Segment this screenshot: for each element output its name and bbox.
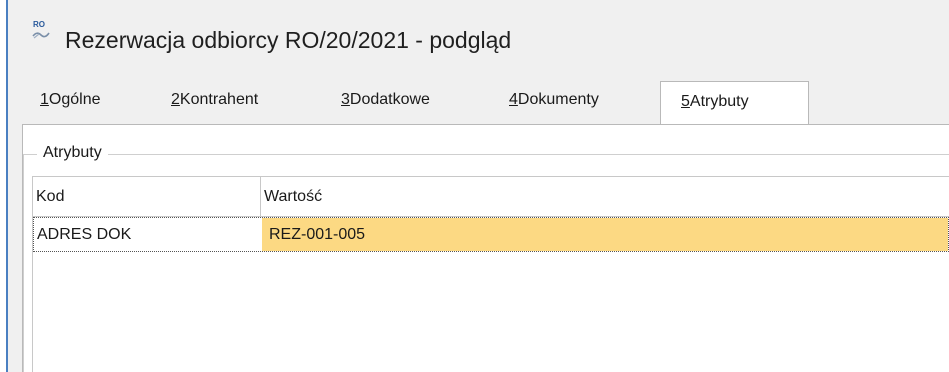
tab-label: Dodatkowe <box>349 91 430 108</box>
window-header: RO Rezerwacja odbiorcy RO/20/2021 - podg… <box>8 0 949 80</box>
grid-header: Kod Wartość <box>33 177 949 217</box>
tab-bar: 1Ogólne 2Kontrahent 3Dodatkowe 4Dokument… <box>8 81 949 125</box>
group-title: Atrybuty <box>37 144 108 162</box>
tab-label: Ogólne <box>48 91 101 108</box>
tab-ogolne[interactable]: 1Ogólne <box>40 91 101 117</box>
group-border-left <box>23 154 24 372</box>
tab-dokumenty[interactable]: 4Dokumenty <box>509 91 599 117</box>
document-window: RO Rezerwacja odbiorcy RO/20/2021 - podg… <box>6 0 949 372</box>
tab-shortcut-key: 2 <box>171 91 180 108</box>
document-type-badge: RO <box>33 20 45 29</box>
tab-panel-atrybuty: Atrybuty Kod Wartość ADRES DOK REZ-001-0… <box>22 124 949 372</box>
group-border <box>23 154 949 155</box>
tab-shortcut-key: 3 <box>341 91 350 108</box>
attributes-grid[interactable]: Kod Wartość ADRES DOK REZ-001-005 <box>32 176 949 372</box>
column-header-wartosc[interactable]: Wartość <box>261 177 949 216</box>
window-title: Rezerwacja odbiorcy RO/20/2021 - podgląd <box>65 27 512 53</box>
tab-label: Atrybuty <box>689 93 749 110</box>
tab-label: Dokumenty <box>517 91 599 108</box>
handshake-icon <box>32 32 50 39</box>
tab-kontrahent[interactable]: 2Kontrahent <box>171 91 258 117</box>
tab-atrybuty[interactable]: 5Atrybuty <box>660 81 809 125</box>
cell-kod[interactable]: ADRES DOK <box>34 218 262 251</box>
cell-wartosc[interactable]: REZ-001-005 <box>262 218 948 251</box>
tab-dodatkowe[interactable]: 3Dodatkowe <box>341 91 430 117</box>
document-type-icon: RO <box>32 20 52 42</box>
tab-label: Kontrahent <box>179 91 259 108</box>
tab-shortcut-key: 5 <box>681 93 690 110</box>
tab-shortcut-key: 1 <box>40 91 49 108</box>
tab-shortcut-key: 4 <box>509 91 518 108</box>
column-header-kod[interactable]: Kod <box>33 177 260 216</box>
table-row[interactable]: ADRES DOK REZ-001-005 <box>33 217 949 252</box>
